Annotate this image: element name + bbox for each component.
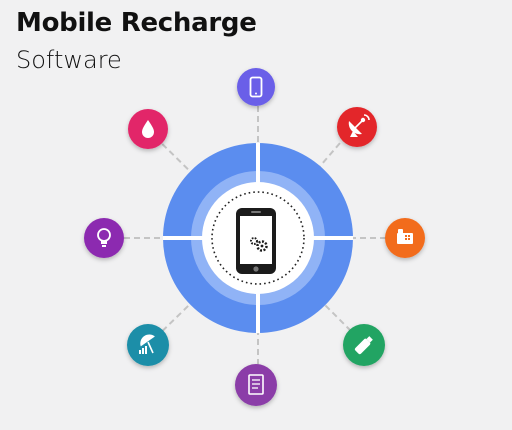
central-hub [163,143,353,333]
service-node-landline[interactable] [385,218,425,258]
service-node-insurance[interactable] [127,324,169,366]
service-node-water[interactable] [128,109,168,149]
smartphone-gears-icon [236,208,276,274]
recharge-diagram [84,68,425,406]
service-node-electricity[interactable] [84,218,124,258]
service-node-bill-payment[interactable] [235,364,277,406]
service-node-datacard[interactable] [343,324,385,366]
service-node-mobile[interactable] [237,68,275,106]
service-node-dth[interactable] [337,107,377,147]
